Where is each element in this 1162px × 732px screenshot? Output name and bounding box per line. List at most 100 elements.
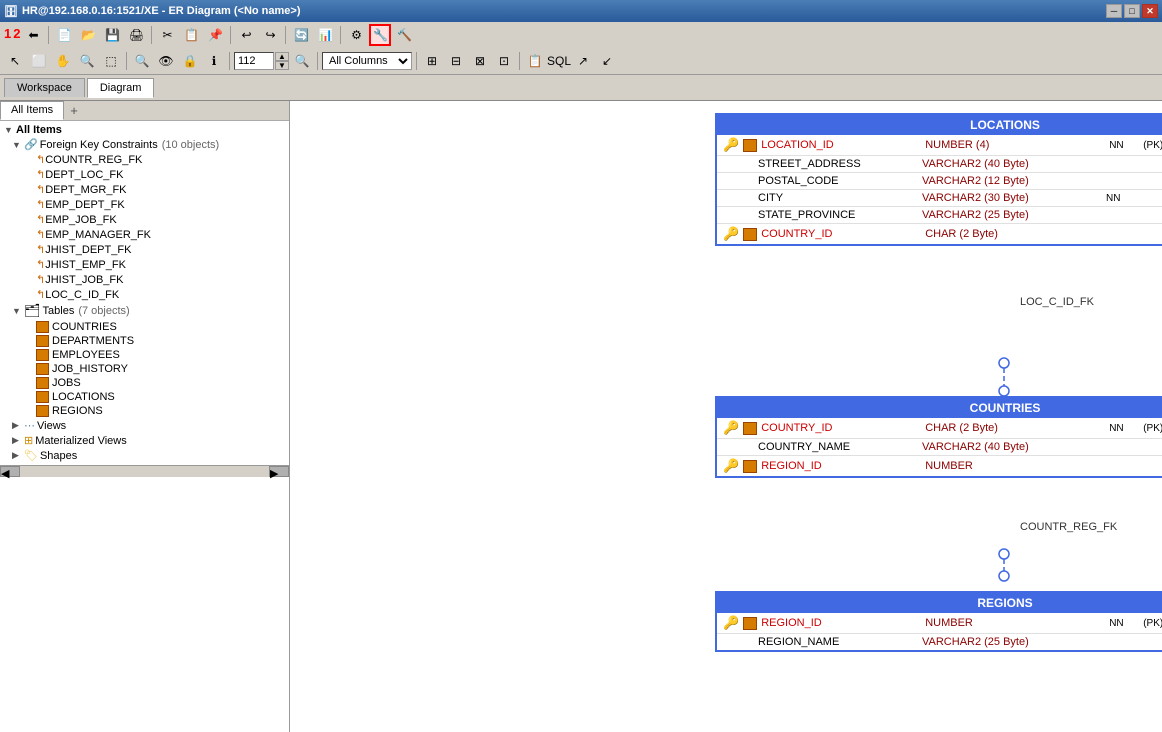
refresh-button[interactable]: 🔄 — [290, 24, 312, 46]
sidebar-item-jhist-emp-fk[interactable]: ↰ JHIST_EMP_FK — [0, 257, 289, 272]
table-employees-label: EMPLOYEES — [52, 349, 120, 361]
sidebar-scrollbar[interactable]: ◀ ▶ — [0, 465, 289, 477]
copy-button[interactable]: 📋 — [180, 24, 202, 46]
print-button[interactable]: 🖨 — [125, 24, 147, 46]
tables-folder-icon: 🗂 — [24, 303, 41, 319]
table-grid-icon-locations — [36, 391, 49, 403]
export-button[interactable]: ↗ — [572, 50, 594, 72]
column-filter-select[interactable]: All Columns Key Columns No Columns — [322, 52, 412, 70]
sidebar-item-jobs[interactable]: JOBS — [0, 376, 289, 390]
table-locations-label: LOCATIONS — [52, 391, 115, 403]
col-location-id-nn: NN — [1109, 140, 1139, 151]
sidebar-item-emp-job-fk[interactable]: ↰ EMP_JOB_FK — [0, 212, 289, 227]
tool2-button[interactable]: 🔨 — [393, 24, 415, 46]
redo-button[interactable]: ↪ — [259, 24, 281, 46]
sidebar-tab-all-items[interactable]: All Items — [0, 101, 64, 120]
move-tool[interactable]: ✋ — [52, 50, 74, 72]
distribute-button[interactable]: ⊠ — [469, 50, 491, 72]
tab-diagram[interactable]: Diagram — [87, 78, 155, 98]
find-button[interactable]: 🔍 — [131, 50, 153, 72]
toolbar-row-2: ↖ ⬜ ✋ 🔍 ⬚ 🔍 👁 🔒 ℹ ▲ ▼ 🔍 All Columns Key … — [0, 48, 1162, 74]
sidebar-item-regions[interactable]: REGIONS — [0, 404, 289, 418]
sidebar-item-loc-c-id-fk[interactable]: ↰ LOC_C_ID_FK — [0, 287, 289, 302]
sidebar-item-job-history[interactable]: JOB_HISTORY — [0, 362, 289, 376]
undo-button[interactable]: ↩ — [235, 24, 257, 46]
paste-button[interactable]: 📌 — [204, 24, 226, 46]
zoom-tool[interactable]: 🔍 — [76, 50, 98, 72]
grid-button[interactable]: ⊞ — [421, 50, 443, 72]
lock-button[interactable]: 🔒 — [179, 50, 201, 72]
sidebar-item-fk-constraints[interactable]: ▼ 🔗 Foreign Key Constraints (10 objects) — [0, 137, 289, 152]
locations-row-country-id: 🔑 COUNTRY_ID CHAR (2 Byte) (FK) (IX4) — [717, 224, 1162, 244]
sidebar-item-jhist-dept-fk[interactable]: ↰ JHIST_DEPT_FK — [0, 242, 289, 257]
sep5 — [340, 26, 341, 44]
new-button[interactable]: 📄 — [53, 24, 75, 46]
locations-row-postal: POSTAL_CODE VARCHAR2 (12 Byte) — [717, 173, 1162, 190]
close-button[interactable]: ✕ — [1142, 4, 1158, 18]
sidebar-item-dept-loc-fk[interactable]: ↰ DEPT_LOC_FK — [0, 167, 289, 182]
sidebar-item-countr-reg-fk[interactable]: ↰ COUNTR_REG_FK — [0, 152, 289, 167]
minimize-button[interactable]: ─ — [1106, 4, 1122, 18]
open-button[interactable]: 📂 — [77, 24, 99, 46]
zoom-input[interactable] — [234, 52, 274, 70]
scroll-left[interactable]: ◀ — [0, 466, 20, 477]
cut-button[interactable]: ✂ — [156, 24, 178, 46]
scroll-right[interactable]: ▶ — [269, 466, 289, 477]
report-button[interactable]: 📋 — [524, 50, 546, 72]
toolbar-row-1: 1 2 ⬅ 📄 📂 💾 🖨 ✂ 📋 📌 ↩ ↪ 🔄 📊 ⚙ 🔧 🔨 — [0, 22, 1162, 48]
back-button[interactable]: ⬅ — [22, 24, 44, 46]
toolbar-area: 1 2 ⬅ 📄 📂 💾 🖨 ✂ 📋 📌 ↩ ↪ 🔄 📊 ⚙ 🔧 🔨 ↖ ⬜ ✋ … — [0, 22, 1162, 75]
sidebar-item-all-items[interactable]: ▼ All Items — [0, 123, 289, 137]
col-country-id-nn: NN — [1109, 423, 1139, 434]
settings-button[interactable]: ⚙ — [345, 24, 367, 46]
sidebar-item-countries[interactable]: COUNTRIES — [0, 320, 289, 334]
sep1 — [48, 26, 49, 44]
regions-header: REGIONS — [717, 593, 1162, 613]
sidebar-item-departments[interactable]: DEPARTMENTS — [0, 334, 289, 348]
sidebar-tab-add[interactable]: + — [64, 101, 84, 120]
fk-label: Foreign Key Constraints — [40, 139, 158, 151]
countries-row-region-id: 🔑 REGION_ID NUMBER (FK) — [717, 456, 1162, 476]
fk-icon10: ↰ — [36, 288, 45, 301]
zoom-fit[interactable]: 🔍 — [291, 50, 313, 72]
fk-item2-label: DEPT_LOC_FK — [45, 169, 123, 181]
zoom-down[interactable]: ▼ — [275, 61, 289, 70]
col-country-name-name: COUNTRY_NAME — [758, 441, 918, 453]
maximize-button[interactable]: □ — [1124, 4, 1140, 18]
lasso-tool[interactable]: ⬚ — [100, 50, 122, 72]
fk-item8-label: JHIST_EMP_FK — [45, 259, 126, 271]
pointer-tool[interactable]: ↖ — [4, 50, 26, 72]
align-button[interactable]: ⊟ — [445, 50, 467, 72]
tab-workspace[interactable]: Workspace — [4, 78, 85, 97]
sidebar-item-emp-manager-fk[interactable]: ↰ EMP_MANAGER_FK — [0, 227, 289, 242]
col-regions-region-id-nn: NN — [1109, 618, 1139, 629]
fk-item-label: COUNTR_REG_FK — [45, 154, 142, 166]
sep9 — [416, 52, 417, 70]
sidebar-item-jhist-job-fk[interactable]: ↰ JHIST_JOB_FK — [0, 272, 289, 287]
sidebar-item-dept-mgr-fk[interactable]: ↰ DEPT_MGR_FK — [0, 182, 289, 197]
sidebar-item-views[interactable]: ▶ ⋯ Views — [0, 418, 289, 433]
layout-button[interactable]: ⊡ — [493, 50, 515, 72]
sidebar-item-locations[interactable]: LOCATIONS — [0, 390, 289, 404]
canvas-area[interactable]: LOCATIONS 🔑 LOCATION_ID NUMBER (4) NN (P… — [290, 101, 1162, 732]
diagram-button[interactable]: 📊 — [314, 24, 336, 46]
save-button[interactable]: 💾 — [101, 24, 123, 46]
col-region-id-type: NUMBER — [925, 460, 1105, 472]
nav-tabs-bar: Workspace Diagram — [0, 75, 1162, 101]
eye-button[interactable]: 👁 — [155, 50, 177, 72]
active-tool-button[interactable]: 🔧 — [369, 24, 391, 46]
sidebar-item-emp-dept-fk[interactable]: ↰ EMP_DEPT_FK — [0, 197, 289, 212]
sidebar-item-mat-views[interactable]: ▶ ⊞ Materialized Views — [0, 433, 289, 448]
zoom-up[interactable]: ▲ — [275, 52, 289, 61]
info-button[interactable]: ℹ — [203, 50, 225, 72]
fk-item5-label: EMP_JOB_FK — [45, 214, 117, 226]
table-grid-icon-countries — [36, 321, 49, 333]
sidebar-item-tables[interactable]: ▼ 🗂 Tables (7 objects) — [0, 302, 289, 320]
import-button[interactable]: ↙ — [596, 50, 618, 72]
select-tool[interactable]: ⬜ — [28, 50, 50, 72]
sidebar-item-employees[interactable]: EMPLOYEES — [0, 348, 289, 362]
table-icon-regions-region-id — [743, 617, 757, 630]
tables-count: (7 objects) — [78, 305, 129, 317]
sql-button[interactable]: SQL — [548, 50, 570, 72]
sidebar-item-shapes[interactable]: ▶ 🏷 Shapes — [0, 448, 289, 463]
